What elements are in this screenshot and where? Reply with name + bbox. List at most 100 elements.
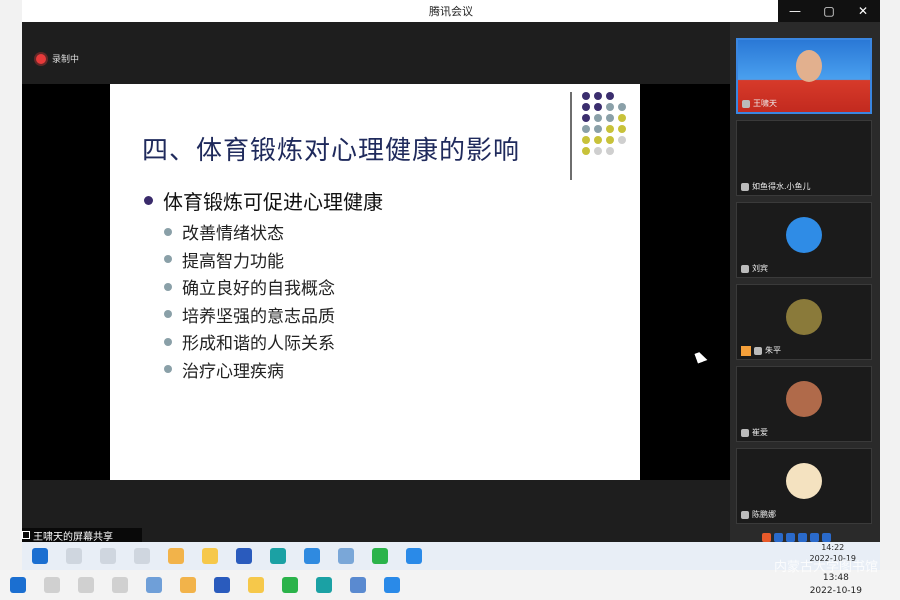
sub-bullet-list: 改善情绪状态 提高智力功能 确立良好的自我概念 培养坚强的意志品质 形成和谐的人…	[164, 218, 335, 383]
slide-divider	[570, 92, 572, 180]
decoration-dot	[606, 92, 614, 100]
participant-tile[interactable]: 王啸天	[736, 38, 872, 114]
list-item: 形成和谐的人际关系	[164, 328, 335, 356]
tencent-meeting-icon[interactable]	[384, 577, 400, 593]
screen: 腾讯会议 — ▢ ✕ 录制中 四、体育锻炼对心理健康的影响 体育锻炼可促进心理健…	[0, 0, 900, 600]
list-item: 确立良好的自我概念	[164, 273, 335, 301]
app-icon[interactable]	[146, 577, 162, 593]
decoration-dot	[594, 103, 602, 111]
participant-tile[interactable]: 刘宾	[736, 202, 872, 278]
list-item-text: 治疗心理疾病	[182, 361, 284, 382]
cortana-icon[interactable]	[78, 577, 94, 593]
list-item-text: 确立良好的自我概念	[182, 279, 335, 300]
edge-icon[interactable]	[270, 548, 286, 564]
edge-icon[interactable]	[316, 577, 332, 593]
ime-icon[interactable]	[774, 532, 783, 542]
recording-label: 录制中	[52, 55, 80, 65]
ie-icon[interactable]	[304, 548, 320, 564]
wechat-icon[interactable]	[282, 577, 298, 593]
participant-tile[interactable]: 陈鹏娜	[736, 448, 872, 524]
main-bullet: 体育锻炼可促进心理健康	[144, 186, 383, 215]
task-view-icon[interactable]	[134, 548, 150, 564]
participant-name: 陈鹏娜	[752, 510, 776, 519]
bullet-icon	[164, 365, 172, 374]
decoration-dot	[582, 114, 590, 122]
folder-icon[interactable]	[202, 548, 218, 564]
screen-icon	[22, 531, 30, 539]
system-clock[interactable]: 13:48 2022-10-19	[810, 572, 862, 598]
recording-indicator[interactable]: 录制中	[36, 52, 79, 65]
avatar	[786, 463, 822, 499]
decoration-dot	[618, 103, 626, 111]
word-icon[interactable]	[236, 548, 252, 564]
minimize-button[interactable]: —	[778, 0, 812, 22]
ime-icon[interactable]	[798, 532, 807, 542]
dot-decoration	[582, 92, 627, 155]
participant-tile[interactable]: 如鱼得水.小鱼儿	[736, 120, 872, 196]
main-bullet-text: 体育锻炼可促进心理健康	[163, 190, 383, 214]
right-edge	[880, 0, 900, 570]
list-item-text: 形成和谐的人际关系	[182, 334, 335, 355]
decoration-dot	[582, 136, 590, 144]
watermark: 内蒙古大学图书馆	[773, 560, 878, 575]
decoration-dot	[594, 147, 602, 155]
presentation-slide: 四、体育锻炼对心理健康的影响 体育锻炼可促进心理健康 改善情绪状态 提高智力功能…	[110, 84, 640, 480]
decoration-dot	[606, 136, 614, 144]
participant-list[interactable]: 王啸天 如鱼得水.小鱼儿 刘宾 朱平 崔爱 陈鹏娜	[730, 22, 880, 542]
decoration-dot	[582, 103, 590, 111]
mic-off-icon	[754, 346, 762, 355]
windows-start-icon[interactable]	[32, 548, 48, 564]
decoration-dot	[606, 103, 614, 111]
list-item-text: 提高智力功能	[182, 251, 284, 272]
store-icon[interactable]	[168, 548, 184, 564]
decoration-dot	[594, 92, 602, 100]
store-icon[interactable]	[180, 577, 196, 593]
decoration-dot	[606, 147, 614, 155]
word-icon[interactable]	[214, 577, 230, 593]
decoration-dot	[594, 114, 602, 122]
decoration-dot	[618, 114, 626, 122]
bullet-icon	[164, 310, 172, 319]
ime-icon[interactable]	[810, 532, 819, 542]
bullet-icon	[164, 255, 172, 264]
window-title: 腾讯会议	[429, 5, 473, 18]
participant-name: 朱平	[765, 346, 781, 355]
decoration-dot	[618, 92, 626, 100]
windows-start-icon[interactable]	[10, 577, 26, 593]
decoration-dot	[594, 136, 602, 144]
left-edge	[0, 0, 22, 570]
cortana-icon[interactable]	[100, 548, 116, 564]
sogou-icon[interactable]	[762, 532, 771, 542]
decoration-dot	[618, 147, 626, 155]
ime-icon[interactable]	[786, 532, 795, 542]
decoration-dot	[618, 136, 626, 144]
bullet-icon	[164, 227, 172, 236]
list-item-text: 改善情绪状态	[182, 224, 284, 245]
decoration-dot	[618, 125, 626, 133]
app-icon[interactable]	[338, 548, 354, 564]
network-app-icon[interactable]	[350, 577, 366, 593]
folder-icon[interactable]	[248, 577, 264, 593]
title-bar: 腾讯会议 — ▢ ✕	[22, 0, 880, 22]
bullet-icon	[164, 337, 172, 346]
close-button[interactable]: ✕	[846, 0, 880, 22]
shared-screen-area: 录制中 四、体育锻炼对心理健康的影响 体育锻炼可促进心理健康 改善情绪状态 提高…	[22, 22, 730, 542]
ime-icon[interactable]	[822, 532, 831, 542]
search-icon[interactable]	[44, 577, 60, 593]
taskbar	[0, 570, 900, 600]
avatar	[786, 381, 822, 417]
top-bar: 录制中	[22, 22, 730, 84]
list-item: 改善情绪状态	[164, 218, 335, 246]
search-icon[interactable]	[66, 548, 82, 564]
bullet-icon	[144, 196, 153, 205]
participant-tile[interactable]: 朱平	[736, 284, 872, 360]
avatar	[786, 299, 822, 335]
participant-tile[interactable]: 崔爱	[736, 366, 872, 442]
list-item-text: 培养坚强的意志品质	[182, 306, 335, 327]
decoration-dot	[594, 125, 602, 133]
mouse-cursor-icon	[694, 350, 708, 364]
wechat-icon[interactable]	[372, 548, 388, 564]
task-view-icon[interactable]	[112, 577, 128, 593]
tencent-meeting-icon[interactable]	[406, 548, 422, 564]
maximize-button[interactable]: ▢	[812, 0, 846, 22]
